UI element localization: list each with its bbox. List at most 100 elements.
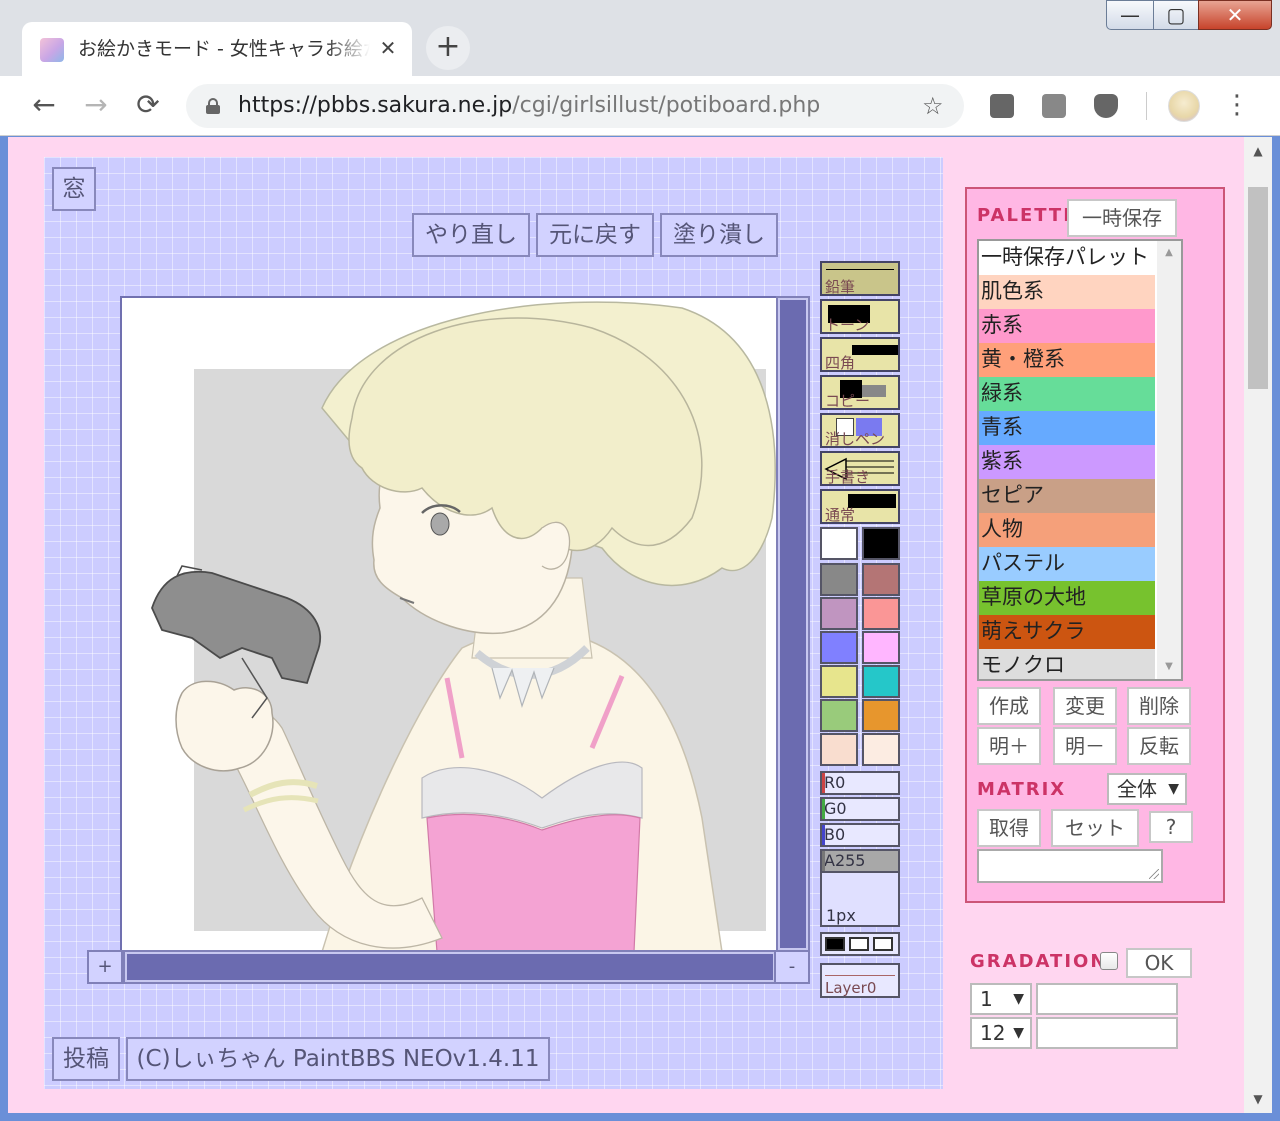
palette-darken-button[interactable]: 明－ (1053, 727, 1117, 765)
pen-size-slider[interactable]: 1px (820, 871, 900, 927)
browser-menu-icon[interactable]: ⋮ (1222, 90, 1252, 120)
palette-brighten-button[interactable]: 明＋ (977, 727, 1041, 765)
window-close-button[interactable]: ✕ (1198, 0, 1272, 30)
color-swatch[interactable] (862, 665, 900, 698)
zoom-in-button[interactable]: + (87, 950, 123, 984)
mask-white-icon[interactable] (873, 937, 893, 951)
palette-create-button[interactable]: 作成 (977, 687, 1041, 725)
palette-delete-button[interactable]: 削除 (1127, 687, 1191, 725)
tool-rect[interactable]: 四角 (820, 337, 900, 372)
extension-icon[interactable] (1042, 94, 1066, 118)
color-swatch[interactable] (862, 699, 900, 732)
window-maximize-button[interactable]: ▢ (1153, 0, 1199, 30)
matrix-get-button[interactable]: 取得 (977, 809, 1041, 847)
temp-save-button[interactable]: 一時保存 (1067, 199, 1177, 237)
shield-extension-icon[interactable] (1094, 94, 1118, 118)
palette-invert-button[interactable]: 反転 (1127, 727, 1191, 765)
fill-button[interactable]: 塗り潰し (660, 213, 778, 257)
color-swatch[interactable] (862, 527, 900, 560)
canvas-vertical-scrollbar[interactable] (776, 296, 810, 954)
scroll-thumb[interactable] (1248, 187, 1268, 389)
blue-slider[interactable]: B0 (820, 823, 900, 847)
scroll-up-icon[interactable]: ▲ (1244, 139, 1272, 163)
matrix-help-button[interactable]: ? (1149, 811, 1193, 843)
palette-item[interactable]: 萌えサクラ (979, 615, 1155, 649)
layer-selector[interactable]: Layer0 (820, 963, 900, 998)
new-tab-button[interactable]: + (426, 26, 470, 70)
mask-mode-selector[interactable] (820, 932, 900, 956)
mask-black-icon[interactable] (825, 937, 845, 951)
scroll-thumb[interactable] (780, 300, 806, 948)
palette-item[interactable]: 人物 (979, 513, 1155, 547)
palette-item[interactable]: 草原の大地 (979, 581, 1155, 615)
reload-button[interactable]: ⟳ (130, 88, 166, 124)
palette-item[interactable]: セピア (979, 479, 1155, 513)
red-slider[interactable]: R0 (820, 771, 900, 795)
color-swatch[interactable] (862, 631, 900, 664)
gradation-color2-input[interactable] (1036, 1017, 1178, 1049)
palette-item[interactable]: 赤系 (979, 309, 1155, 343)
palette-item[interactable]: 肌色系 (979, 275, 1155, 309)
address-bar[interactable]: https://pbbs.sakura.ne.jp/cgi/girlsillus… (186, 84, 964, 128)
browser-tab[interactable]: お絵かきモード - 女性キャラお絵かき ✕ (22, 22, 412, 76)
color-swatch[interactable] (820, 665, 858, 698)
mask-white-icon[interactable] (849, 937, 869, 951)
post-button[interactable]: 投稿 (52, 1037, 120, 1081)
tool-copy[interactable]: コピー (820, 375, 900, 410)
gradation-step2-select[interactable]: 12 ▼ (970, 1017, 1032, 1049)
page-scrollbar[interactable]: ▲ ▼ (1244, 137, 1272, 1113)
window-mode-button[interactable]: 窓 (52, 167, 96, 211)
profile-avatar[interactable] (1168, 90, 1200, 122)
matrix-set-button[interactable]: セット (1051, 809, 1139, 847)
color-swatch[interactable] (820, 563, 858, 596)
palette-item[interactable]: 青系 (979, 411, 1155, 445)
matrix-textarea[interactable] (977, 849, 1163, 883)
window-minimize-button[interactable]: — (1106, 0, 1154, 30)
color-swatch[interactable] (862, 597, 900, 630)
color-swatch[interactable] (820, 631, 858, 664)
scroll-up-icon[interactable]: ▲ (1157, 243, 1181, 263)
redo-button[interactable]: やり直し (412, 213, 530, 257)
canvas-horizontal-scrollbar[interactable] (123, 950, 777, 984)
zoom-out-button[interactable]: - (774, 950, 810, 984)
tool-pencil[interactable]: 鉛筆 (820, 261, 900, 296)
palette-list-scrollbar[interactable]: ▲ ▼ (1157, 241, 1181, 679)
palette-item[interactable]: 黄・橙系 (979, 343, 1155, 377)
extension-icon[interactable] (990, 94, 1014, 118)
credit-link[interactable]: (C)しぃちゃん PaintBBS NEOv1.4.11 (126, 1037, 550, 1081)
tool-normal[interactable]: 通常 (820, 489, 900, 524)
palette-item[interactable]: 一時保存パレット (979, 241, 1155, 275)
tab-close-icon[interactable]: ✕ (374, 34, 402, 62)
gradation-step1-select[interactable]: 1 ▼ (970, 983, 1032, 1015)
gradation-color1-input[interactable] (1036, 983, 1178, 1015)
gradation-ok-button[interactable]: OK (1126, 948, 1192, 978)
drawing-canvas[interactable] (120, 296, 779, 954)
back-button[interactable]: ← (26, 88, 62, 124)
tool-freehand[interactable]: 手書き (820, 451, 900, 486)
palette-item[interactable]: 紫系 (979, 445, 1155, 479)
alpha-slider[interactable]: A255 (820, 849, 900, 873)
palette-item[interactable]: 緑系 (979, 377, 1155, 411)
gradation-checkbox[interactable] (1100, 952, 1118, 970)
undo-button[interactable]: 元に戻す (536, 213, 654, 257)
palette-item[interactable]: モノクロ (979, 649, 1155, 679)
color-swatch[interactable] (820, 733, 858, 766)
tool-tone[interactable]: トーン (820, 299, 900, 334)
color-swatch[interactable] (820, 597, 858, 630)
palette-change-button[interactable]: 変更 (1053, 687, 1117, 725)
color-swatch[interactable] (862, 563, 900, 596)
bookmark-star-icon[interactable]: ☆ (922, 90, 944, 122)
forward-button[interactable]: → (78, 88, 114, 124)
scroll-thumb[interactable] (127, 954, 773, 980)
green-slider[interactable]: G0 (820, 797, 900, 821)
palette-list[interactable]: 一時保存パレット 肌色系 赤系 黄・橙系 緑系 青系 紫系 セピア 人物 パステ… (977, 239, 1183, 681)
scroll-down-icon[interactable]: ▼ (1157, 657, 1181, 677)
color-swatch[interactable] (862, 733, 900, 766)
palette-item[interactable]: パステル (979, 547, 1155, 581)
color-swatch[interactable] (820, 699, 858, 732)
matrix-scope-select[interactable]: 全体 ▼ (1107, 773, 1187, 805)
scroll-down-icon[interactable]: ▼ (1244, 1087, 1272, 1111)
color-swatch[interactable] (820, 527, 858, 560)
tool-eraser[interactable]: 消しペン (820, 413, 900, 448)
url-text[interactable]: https://pbbs.sakura.ne.jp/cgi/girlsillus… (238, 92, 820, 120)
